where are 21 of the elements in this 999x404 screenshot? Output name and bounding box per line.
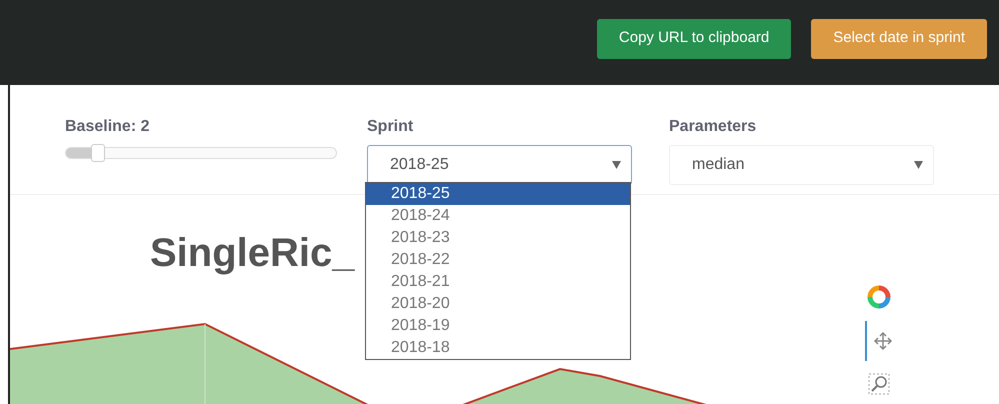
dropdown-option[interactable]: 2018-23 <box>366 227 630 249</box>
caret-icon <box>914 161 923 169</box>
field-label: Sprint <box>367 117 414 137</box>
dropdown-option[interactable]: 2018-25 <box>366 183 630 205</box>
logo-icon[interactable] <box>867 285 891 309</box>
slider-label: Baseline: 2 <box>65 117 150 137</box>
dropdown-option[interactable]: 2018-24 <box>366 205 630 227</box>
dropdown-option[interactable]: 2018-20 <box>366 293 630 315</box>
dropdown-option[interactable]: 2018-22 <box>366 249 630 271</box>
select-date-button[interactable]: Select date in sprint <box>811 18 987 58</box>
zoom-icon[interactable] <box>868 373 890 395</box>
field-label: Parameters <box>669 117 758 137</box>
baseline-slider[interactable] <box>65 147 337 159</box>
caret-icon <box>612 161 621 169</box>
dropdown-option[interactable]: 2018-21 <box>366 271 630 293</box>
dropdown-option[interactable]: 2018-18 <box>366 337 630 359</box>
parameters-select[interactable]: median <box>669 145 934 185</box>
pan-icon[interactable] <box>864 321 894 361</box>
chart-title: SingleRic_ <box>150 231 355 275</box>
dropdown-option[interactable]: 2018-19 <box>366 315 630 337</box>
copy-url-button[interactable]: Copy URL to clipboard <box>596 18 792 58</box>
